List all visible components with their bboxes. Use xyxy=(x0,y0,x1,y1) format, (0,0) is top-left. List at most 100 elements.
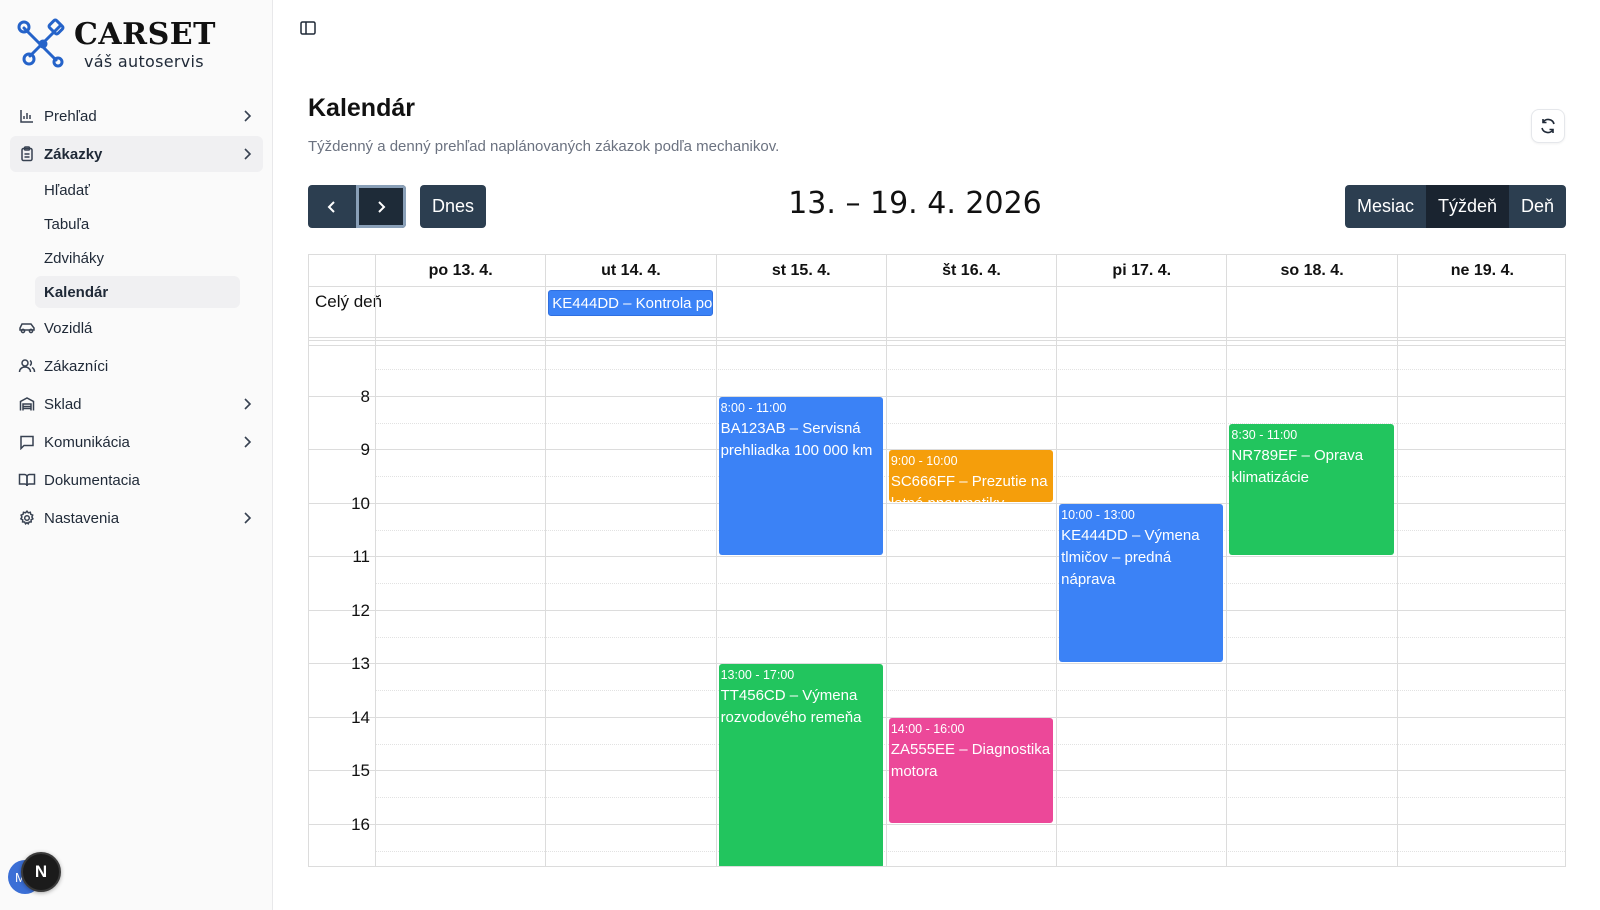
half-hour-line xyxy=(375,369,1565,370)
event-title: BA123AB – Servisná prehliadka 100 000 km xyxy=(720,419,873,459)
next-week-button[interactable] xyxy=(356,185,406,228)
hour-line xyxy=(309,663,1565,665)
refresh-button[interactable] xyxy=(1531,109,1565,143)
allday-event[interactable]: KE444DD – Kontrola po xyxy=(548,290,713,316)
calendar-event[interactable]: 9:00 - 10:00 SC666FF – Prezutie na letné … xyxy=(888,450,1054,502)
sidebar-item-label: Sklad xyxy=(44,395,82,413)
day-header: po 13. 4. xyxy=(375,255,546,287)
event-time: 8:30 - 11:00 xyxy=(1231,427,1298,442)
brand-logo[interactable]: CARSET váš autoservis xyxy=(16,18,216,72)
warehouse-icon xyxy=(18,395,36,413)
sidebar-item-komunikacia[interactable]: Komunikácia xyxy=(10,424,263,460)
week-calendar: Celý deň po 13. 4. ut 14. 4. st 15. 4. št 1… xyxy=(308,254,1566,867)
calendar-event[interactable]: 8:00 - 11:00 BA123AB – Servisná prehliadk… xyxy=(718,396,883,556)
half-hour-line xyxy=(375,583,1565,584)
gear-icon xyxy=(18,509,36,527)
sidebar-subitem-zdvihaky[interactable]: Zdviháky xyxy=(35,242,240,274)
grid-top-line xyxy=(309,345,1565,346)
half-hour-line xyxy=(375,690,1565,691)
sidebar-item-nastavenia[interactable]: Nastavenia xyxy=(10,500,263,536)
sidebar-item-label: Dokumentacia xyxy=(44,471,140,489)
view-switcher: Mesiac Týždeň Deň xyxy=(1345,185,1567,228)
event-time: 13:00 - 17:00 xyxy=(720,668,795,683)
sidebar-subitem-tabula[interactable]: Tabuľa xyxy=(35,208,240,240)
sidebar-item-label: Prehľad xyxy=(44,107,97,125)
chevron-right-icon xyxy=(244,148,252,160)
sidebar-item-label: Vozidlá xyxy=(44,319,93,337)
car-icon xyxy=(18,319,36,337)
sidebar-item-dokumentacia[interactable]: Dokumentacia xyxy=(10,462,263,498)
refresh-icon xyxy=(1541,118,1555,134)
hour-label: 11 xyxy=(352,547,370,567)
brand-title: CARSET xyxy=(74,17,216,52)
hour-label: 13 xyxy=(351,654,370,674)
view-month-button[interactable]: Mesiac xyxy=(1345,185,1427,228)
hour-label: 8 xyxy=(360,386,370,406)
sidebar-item-sklad[interactable]: Sklad xyxy=(10,386,263,422)
day-header: ne 19. 4. xyxy=(1396,255,1565,287)
chevron-right-icon xyxy=(244,398,252,410)
event-title: ZA555EE – Diagnostika motora xyxy=(890,740,1051,780)
sidebar-toggle-button[interactable] xyxy=(296,16,320,40)
day-column-line xyxy=(715,287,717,866)
sidebar-item-label: Zákazky xyxy=(44,145,103,163)
book-icon xyxy=(18,471,36,489)
day-header: pi 17. 4. xyxy=(1056,255,1227,287)
date-range-title: 13. – 19. 4. 2026 xyxy=(788,186,1042,221)
allday-row xyxy=(309,287,1565,341)
gutter-header xyxy=(309,255,375,287)
calendar-event[interactable]: 14:00 - 16:00 ZA555EE – Diagnostika motor… xyxy=(888,717,1054,823)
clipboard-icon xyxy=(18,145,36,163)
hour-label: 12 xyxy=(351,600,370,620)
prev-week-button[interactable] xyxy=(308,185,356,228)
view-week-button[interactable]: Týždeň xyxy=(1426,185,1510,228)
week-navigation xyxy=(308,185,406,228)
page-title: Kalendár xyxy=(308,94,415,122)
event-time: 9:00 - 10:00 xyxy=(890,454,958,469)
chart-icon xyxy=(18,107,36,125)
event-title: TT456CD – Výmena rozvodového remeňa xyxy=(720,687,862,727)
hour-label: 14 xyxy=(351,707,370,727)
hour-label: 15 xyxy=(351,761,370,781)
day-column-line xyxy=(1226,287,1228,866)
user-avatar-area[interactable]: M N xyxy=(8,852,64,896)
allday-label: Celý deň xyxy=(315,292,383,311)
panel-left-icon xyxy=(300,21,316,35)
half-hour-line xyxy=(375,850,1565,852)
day-header: št 16. 4. xyxy=(885,255,1057,287)
calendar-event[interactable]: 8:30 - 11:00 NR789EF – Oprava klimatizáci… xyxy=(1229,423,1394,556)
chevron-right-icon xyxy=(244,512,252,524)
view-day-button[interactable]: Deň xyxy=(1509,185,1567,228)
event-time: 10:00 - 13:00 xyxy=(1061,507,1135,522)
sidebar-subitem-kalendar[interactable]: Kalendár xyxy=(35,276,240,308)
day-column-line xyxy=(545,287,547,866)
today-button[interactable]: Dnes xyxy=(420,185,486,228)
day-header: ut 14. 4. xyxy=(545,255,716,287)
day-header: st 15. 4. xyxy=(715,255,886,287)
hour-label: 16 xyxy=(351,814,370,834)
app-root: CARSET váš autoservis Prehľad Zákazky Hľ… xyxy=(0,0,1600,910)
sidebar-submenu-zakazky: Hľadať Tabuľa Zdviháky Kalendár xyxy=(35,174,263,308)
message-icon xyxy=(18,433,36,451)
dev-tools-badge[interactable]: N xyxy=(21,852,61,892)
event-time: 8:00 - 11:00 xyxy=(720,400,787,415)
users-icon xyxy=(18,357,36,375)
day-column-line xyxy=(1056,287,1058,866)
sidebar-item-label: Zákazníci xyxy=(44,357,109,375)
calendar-event[interactable]: 13:00 - 17:00 TT456CD – Výmena rozvodovéh… xyxy=(718,664,883,866)
sidebar-item-label: Nastavenia xyxy=(44,509,120,527)
sidebar-nav: Prehľad Zákazky Hľadať Tabuľa Zdviháky K… xyxy=(10,96,263,538)
sidebar-item-zakazky[interactable]: Zákazky xyxy=(10,136,263,172)
sidebar-subitem-hladat[interactable]: Hľadať xyxy=(35,174,240,206)
calendar-event[interactable]: 10:00 - 13:00 KE444DD – Výmena tlmičov – … xyxy=(1059,503,1224,663)
sidebar-item-label: Komunikácia xyxy=(44,433,130,451)
sidebar-item-zakaznici[interactable]: Zákazníci xyxy=(10,348,263,384)
chevron-right-icon xyxy=(378,200,386,213)
day-header: so 18. 4. xyxy=(1226,255,1397,287)
sidebar-item-vozidla[interactable]: Vozidlá xyxy=(10,310,263,346)
event-time: 14:00 - 16:00 xyxy=(890,721,965,736)
event-title: NR789EF – Oprava klimatizácie xyxy=(1231,446,1364,486)
sidebar-item-prehlad[interactable]: Prehľad xyxy=(10,98,263,134)
event-title: SC666FF – Prezutie na letné pneumatiky xyxy=(890,473,1048,502)
chevron-right-icon xyxy=(244,436,252,448)
